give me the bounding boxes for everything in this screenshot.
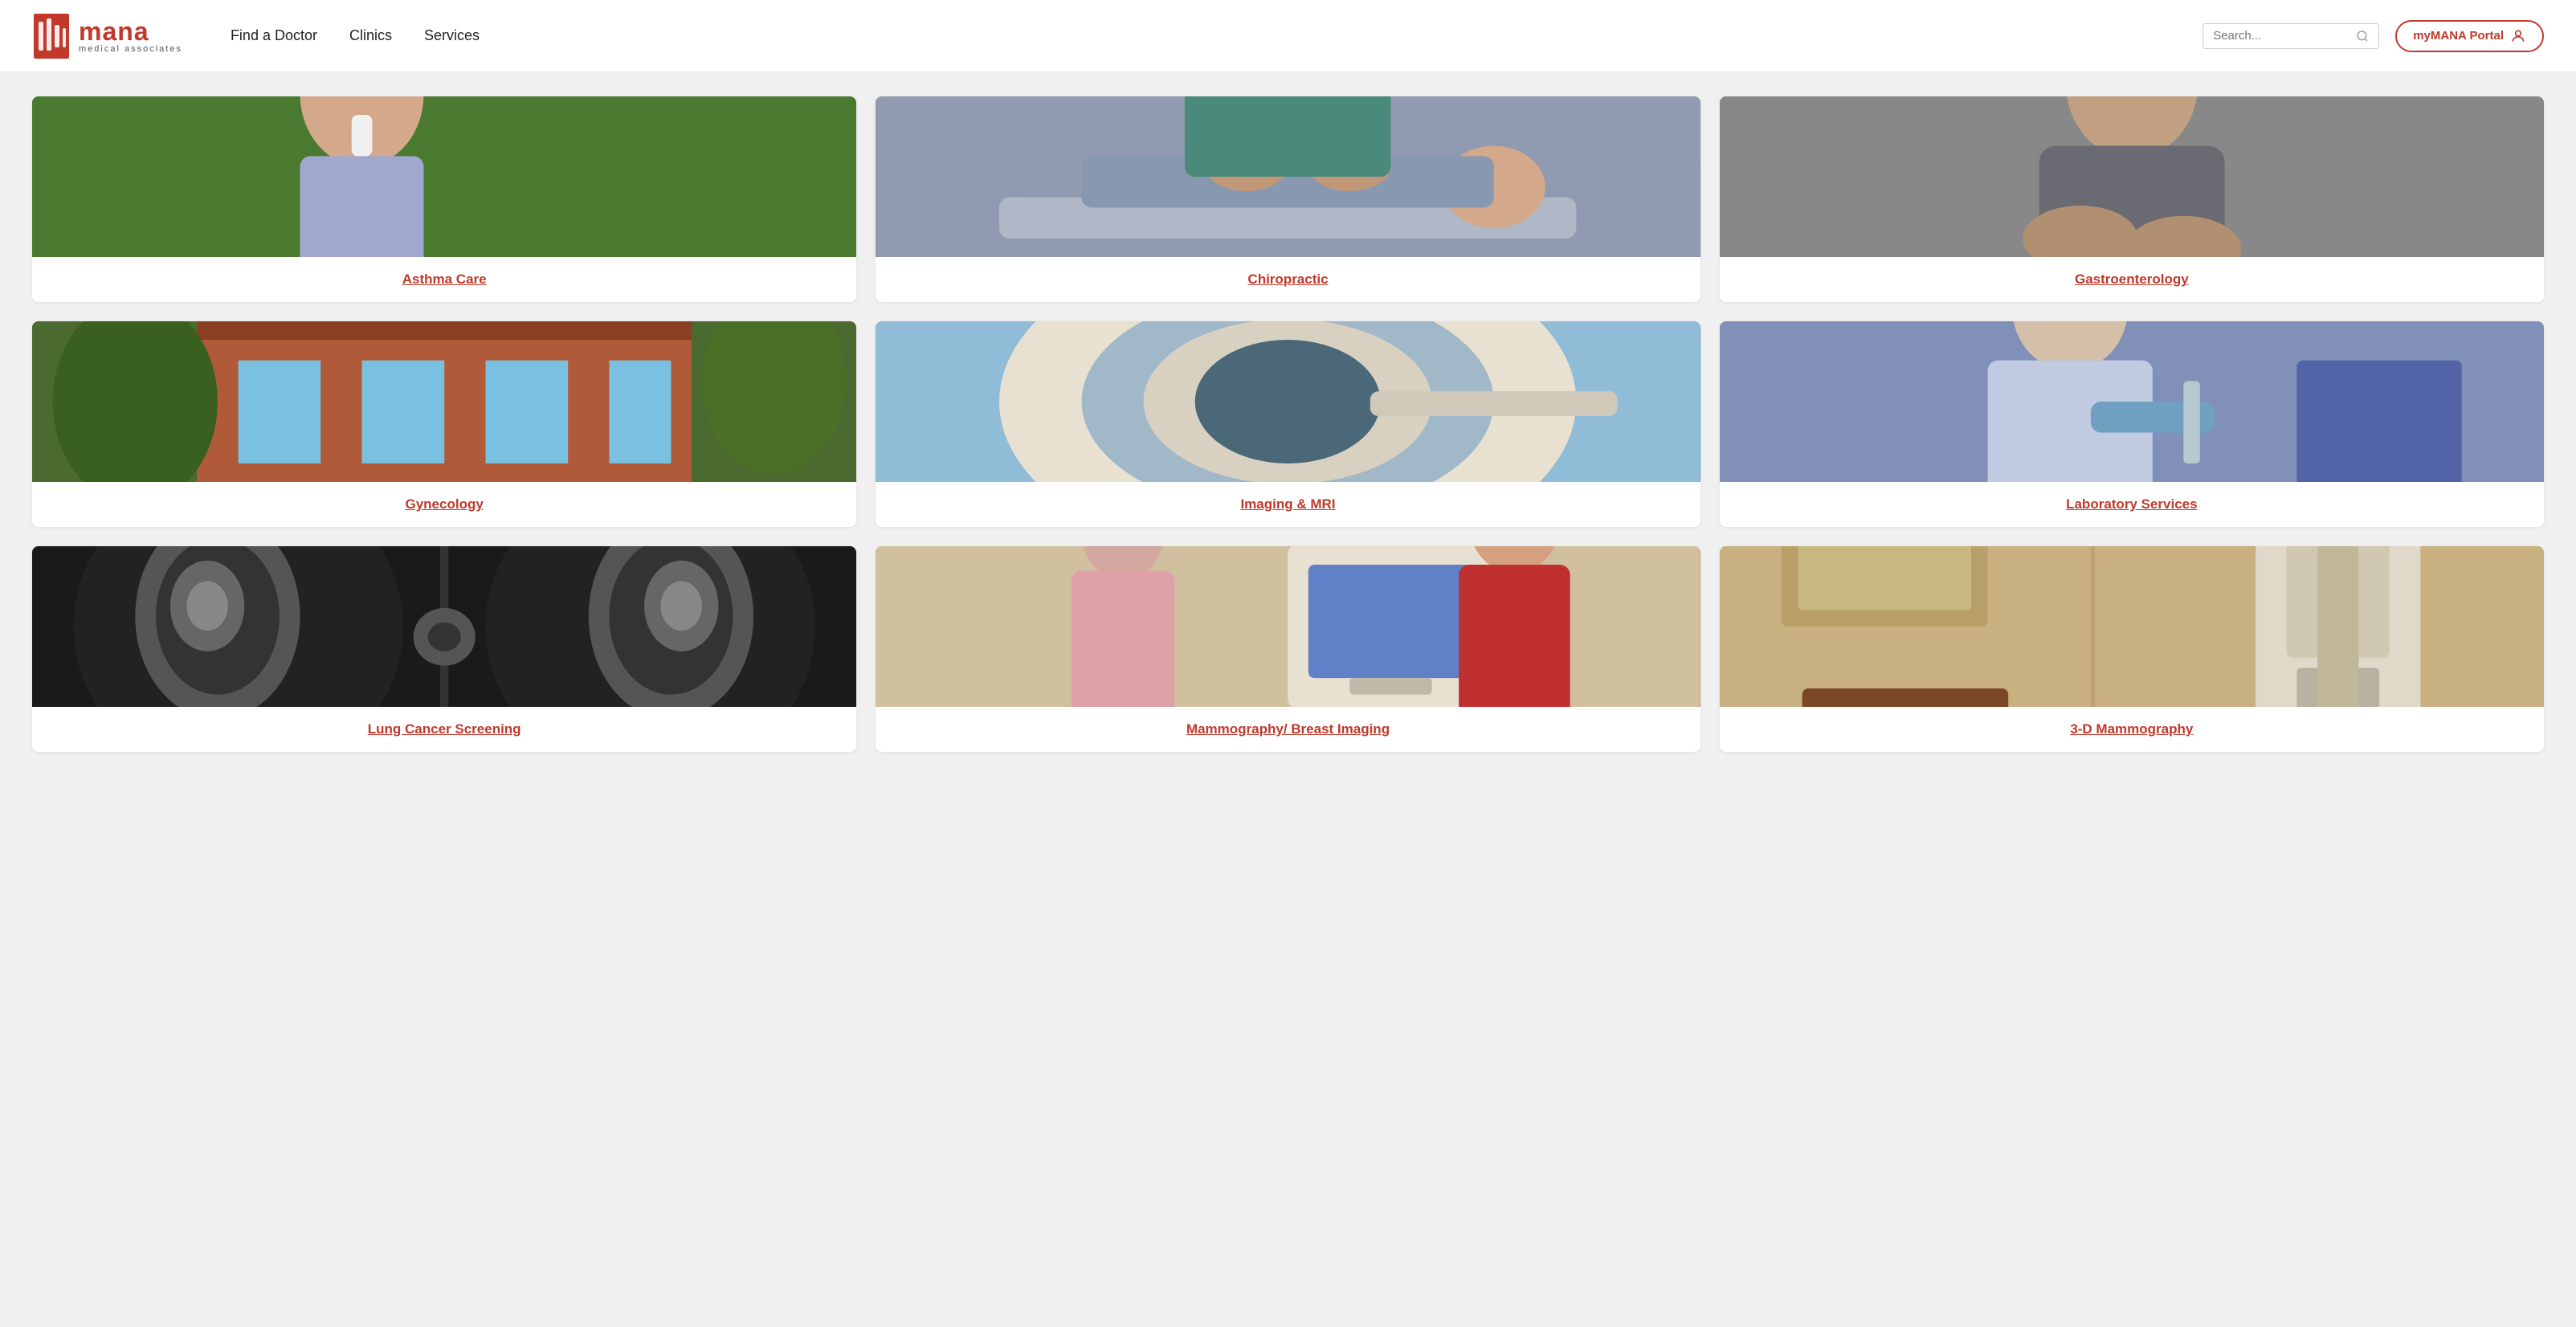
portal-label: myMANA Portal xyxy=(2413,29,2504,43)
card-image-asthma-care xyxy=(32,96,856,257)
mana-logo-icon xyxy=(32,12,71,60)
nav-find-doctor[interactable]: Find a Doctor xyxy=(231,27,317,44)
card-image-gynecology: RENAISSANCE xyxy=(32,321,856,482)
logo-subtitle: medical associates xyxy=(79,44,182,54)
card-link-gynecology[interactable]: Gynecology xyxy=(406,496,484,512)
card-label-lung-cancer-screening: Lung Cancer Screening xyxy=(32,707,856,752)
nav-services[interactable]: Services xyxy=(424,27,480,44)
service-card-imaging-mri[interactable]: Imaging & MRI xyxy=(876,321,1700,527)
card-label-laboratory-services: Laboratory Services xyxy=(1720,482,2544,527)
logo-brand: mana xyxy=(79,18,182,44)
search-input[interactable] xyxy=(2213,29,2353,43)
card-image-chiropractic xyxy=(876,96,1700,257)
user-icon xyxy=(2510,28,2526,44)
card-label-gastroenterology: Gastroenterology xyxy=(1720,257,2544,302)
search-icon xyxy=(2356,29,2369,43)
header-right: myMANA Portal xyxy=(2202,20,2544,52)
service-card-laboratory-services[interactable]: Laboratory Services xyxy=(1720,321,2544,527)
service-card-3d-mammography[interactable]: 3-D Mammography xyxy=(1720,546,2544,752)
logo-text: mana medical associates xyxy=(79,18,182,54)
main-nav: Find a Doctor Clinics Services xyxy=(231,27,2202,44)
card-link-mammography[interactable]: Mammography/ Breast Imaging xyxy=(1186,721,1390,737)
search-bar[interactable] xyxy=(2202,23,2379,49)
card-link-laboratory-services[interactable]: Laboratory Services xyxy=(2066,496,2197,512)
service-card-mammography[interactable]: Mammography/ Breast Imaging xyxy=(876,546,1700,752)
main-content: Asthma Care Chiropra xyxy=(0,72,2576,776)
card-label-3d-mammography: 3-D Mammography xyxy=(1720,707,2544,752)
service-card-chiropractic[interactable]: Chiropractic xyxy=(876,96,1700,302)
card-label-asthma-care: Asthma Care xyxy=(32,257,856,302)
card-label-mammography: Mammography/ Breast Imaging xyxy=(876,707,1700,752)
card-link-3d-mammography[interactable]: 3-D Mammography xyxy=(2070,721,2193,737)
card-image-3d-mammography xyxy=(1720,546,2544,707)
nav-clinics[interactable]: Clinics xyxy=(349,27,392,44)
card-image-lung-cancer-screening xyxy=(32,546,856,707)
card-link-lung-cancer-screening[interactable]: Lung Cancer Screening xyxy=(368,721,521,737)
card-link-imaging-mri[interactable]: Imaging & MRI xyxy=(1240,496,1335,512)
service-card-asthma-care[interactable]: Asthma Care xyxy=(32,96,856,302)
card-label-chiropractic: Chiropractic xyxy=(876,257,1700,302)
card-image-mammography xyxy=(876,546,1700,707)
portal-button[interactable]: myMANA Portal xyxy=(2395,20,2544,52)
card-link-gastroenterology[interactable]: Gastroenterology xyxy=(2075,272,2189,287)
card-label-imaging-mri: Imaging & MRI xyxy=(876,482,1700,527)
site-header: mana medical associates Find a Doctor Cl… xyxy=(0,0,2576,72)
service-card-gynecology[interactable]: RENAISSANCE Gynecology xyxy=(32,321,856,527)
card-link-chiropractic[interactable]: Chiropractic xyxy=(1247,272,1328,287)
card-link-asthma-care[interactable]: Asthma Care xyxy=(402,272,487,287)
card-image-laboratory-services xyxy=(1720,321,2544,482)
service-card-gastroenterology[interactable]: Gastroenterology xyxy=(1720,96,2544,302)
card-label-gynecology: Gynecology xyxy=(32,482,856,527)
services-grid: Asthma Care Chiropra xyxy=(32,96,2544,752)
card-image-imaging-mri xyxy=(876,321,1700,482)
card-image-gastroenterology xyxy=(1720,96,2544,257)
service-card-lung-cancer-screening[interactable]: Lung Cancer Screening xyxy=(32,546,856,752)
logo-area[interactable]: mana medical associates xyxy=(32,12,182,60)
